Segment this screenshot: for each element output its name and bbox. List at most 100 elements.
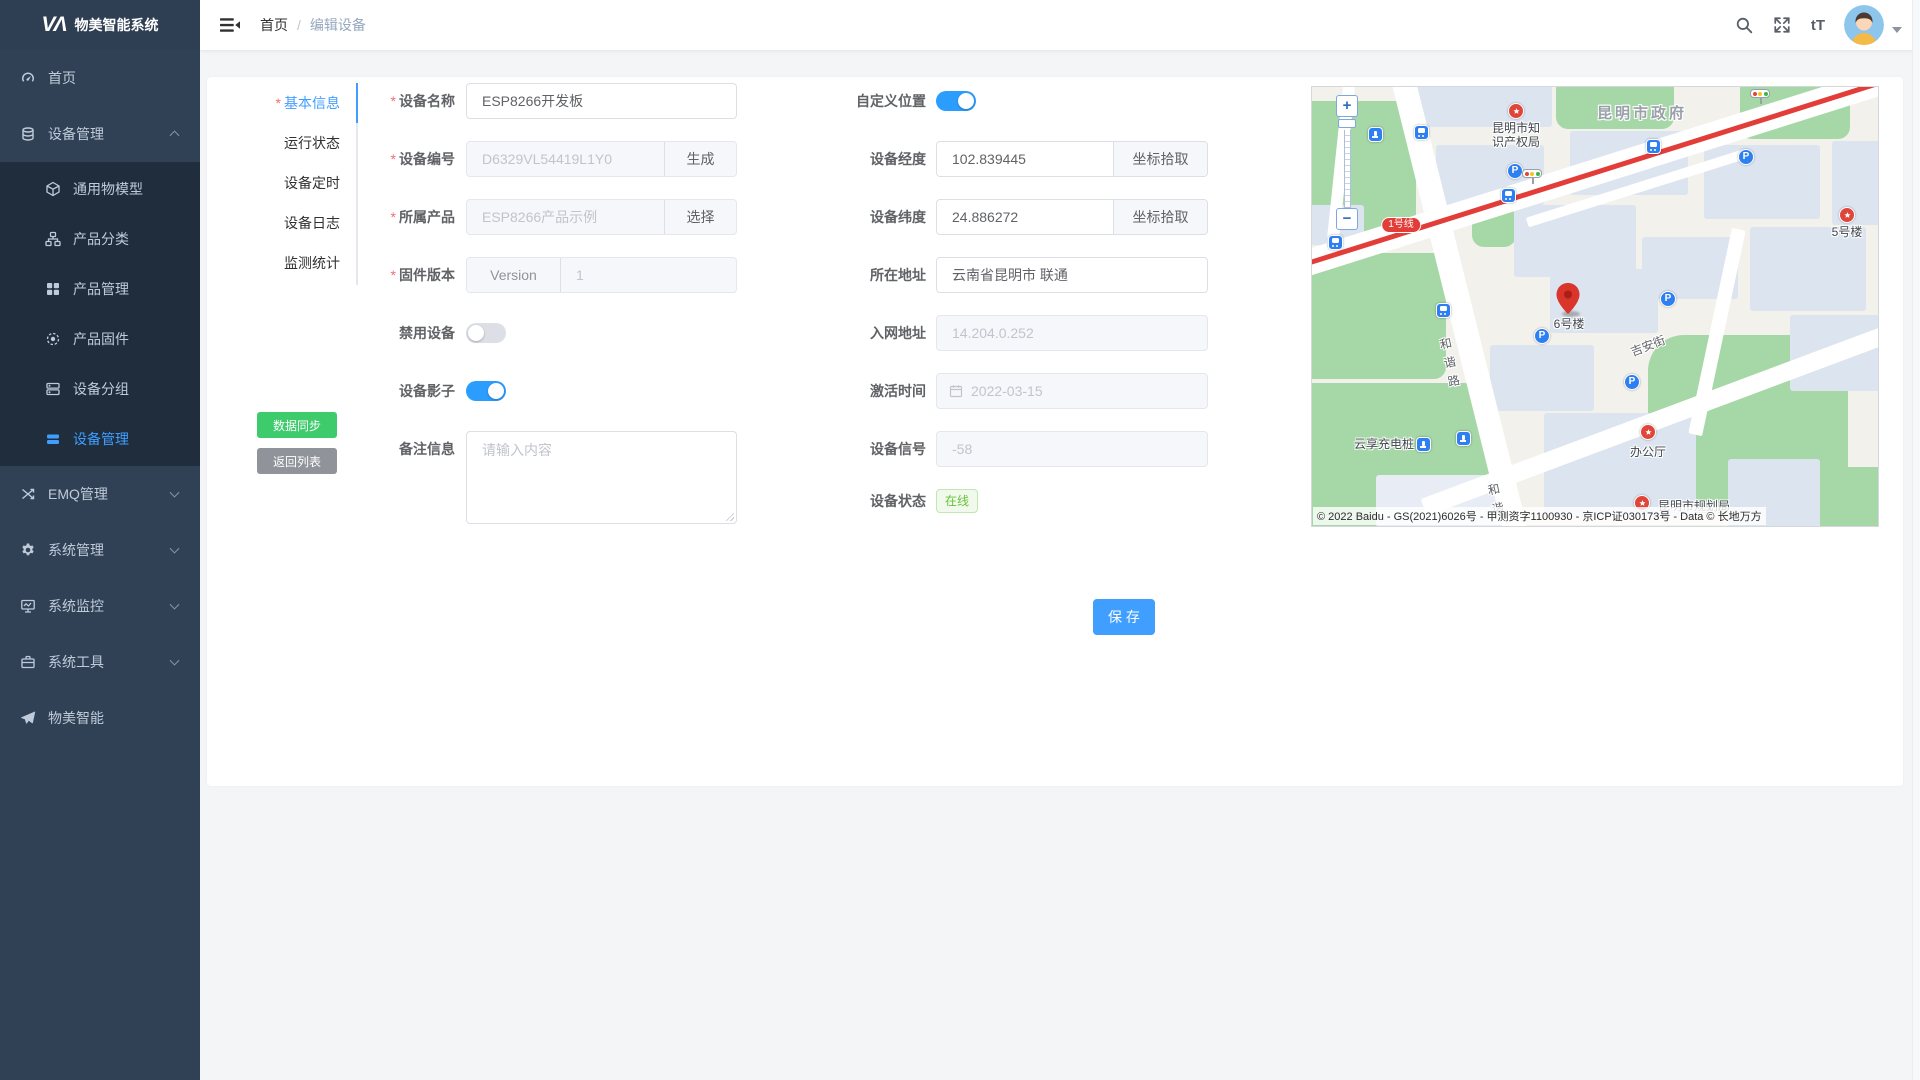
app-logo[interactable]: VΛ 物美智能系统 bbox=[0, 0, 200, 50]
firmware-label: *固件版本 bbox=[325, 257, 455, 293]
sidebar-item-label: 首页 bbox=[48, 68, 76, 88]
longitude-input[interactable] bbox=[937, 142, 1113, 176]
charging-station-icon[interactable] bbox=[1368, 127, 1383, 142]
tabs-active-indicator bbox=[356, 83, 358, 123]
devices-icon bbox=[20, 126, 36, 142]
avatar[interactable] bbox=[1844, 5, 1884, 45]
calendar-icon bbox=[949, 374, 963, 408]
map-label-ipo: 昆明市知识产权局 bbox=[1492, 121, 1540, 149]
device-no-field: 生成 bbox=[466, 141, 737, 177]
device-shadow-toggle[interactable] bbox=[466, 381, 506, 401]
device-name-input[interactable] bbox=[467, 84, 736, 118]
device-name-label: *设备名称 bbox=[325, 83, 455, 119]
bus-station-icon[interactable] bbox=[1328, 235, 1343, 250]
poi-marker-office[interactable] bbox=[1640, 424, 1656, 440]
ip-input bbox=[937, 316, 1207, 350]
shuffle-arrows-icon bbox=[20, 486, 36, 502]
sidebar-item-system-management[interactable]: 系统管理 bbox=[0, 522, 200, 578]
sidebar-item-device-management[interactable]: 设备管理 bbox=[0, 106, 200, 162]
map-zoom-control: + − bbox=[1336, 95, 1358, 230]
map-copyright: © 2022 Baidu - GS(2021)6026号 - 甲测资字11009… bbox=[1313, 507, 1766, 525]
parking-letter: P bbox=[1539, 330, 1546, 341]
breadcrumb-separator: / bbox=[297, 17, 301, 33]
zoom-out-button[interactable]: − bbox=[1336, 208, 1358, 230]
charging-station-icon[interactable] bbox=[1456, 431, 1471, 446]
remark-textarea[interactable] bbox=[467, 432, 736, 523]
device-location-pin[interactable] bbox=[1556, 283, 1580, 318]
poi-marker-building5[interactable] bbox=[1839, 207, 1855, 223]
sidebar-collapse-icon[interactable] bbox=[220, 15, 240, 35]
metro-station-icon[interactable] bbox=[1646, 139, 1661, 154]
traffic-light-icon bbox=[1750, 89, 1770, 98]
firmware-field: Version bbox=[466, 257, 737, 293]
sidebar-item-label: 设备分组 bbox=[73, 379, 129, 399]
sidebar-item-device-group[interactable]: 设备分组 bbox=[0, 364, 200, 414]
sidebar-item-label: EMQ管理 bbox=[48, 484, 108, 504]
sidebar-item-system-monitor[interactable]: 系统监控 bbox=[0, 578, 200, 634]
firmware-icon bbox=[45, 331, 61, 347]
baidu-map[interactable]: 1号线 P P P P P 昆明市政府 昆明市知识产权局 5号楼 6号楼 吉安街… bbox=[1311, 86, 1879, 527]
required-mark: * bbox=[391, 93, 396, 109]
sidebar-item-device-list-active[interactable]: 设备管理 bbox=[0, 414, 200, 464]
sidebar-item-label: 物美智能 bbox=[48, 708, 104, 728]
font-size-icon[interactable]: tT bbox=[1806, 13, 1830, 37]
save-button[interactable]: 保 存 bbox=[1093, 599, 1155, 635]
address-input[interactable] bbox=[937, 258, 1207, 292]
metro-station-icon[interactable] bbox=[1501, 188, 1516, 203]
ip-field bbox=[936, 315, 1208, 351]
search-icon[interactable] bbox=[1732, 13, 1756, 37]
device-status-label: 设备状态 bbox=[796, 483, 926, 519]
zoom-in-button[interactable]: + bbox=[1336, 95, 1358, 117]
map-building bbox=[1490, 345, 1594, 411]
active-time-field bbox=[936, 373, 1208, 409]
sidebar-item-home[interactable]: 首页 bbox=[0, 50, 200, 106]
tab-label: 设备定时 bbox=[284, 175, 340, 191]
chevron-down-icon bbox=[170, 488, 180, 498]
sitemap-icon bbox=[45, 231, 61, 247]
disable-device-toggle[interactable] bbox=[466, 323, 506, 343]
map-label-office: 办公厅 bbox=[1630, 445, 1666, 459]
sidebar-item-product-management[interactable]: 产品管理 bbox=[0, 264, 200, 314]
sidebar-item-thing-model[interactable]: 通用物模型 bbox=[0, 164, 200, 214]
list-bars-icon bbox=[45, 431, 61, 447]
custom-location-toggle[interactable] bbox=[936, 91, 976, 111]
sidebar-item-system-tools[interactable]: 系统工具 bbox=[0, 634, 200, 690]
grid-icon bbox=[45, 281, 61, 297]
sidebar-item-product-firmware[interactable]: 产品固件 bbox=[0, 314, 200, 364]
traffic-light-icon bbox=[1522, 169, 1542, 178]
sidebar-item-label: 产品管理 bbox=[73, 279, 129, 299]
parking-icon[interactable]: P bbox=[1507, 163, 1523, 179]
latitude-field: 坐标拾取 bbox=[936, 199, 1208, 235]
latitude-label: 设备纬度 bbox=[796, 199, 926, 235]
zoom-slider-track[interactable] bbox=[1344, 130, 1351, 208]
latitude-input[interactable] bbox=[937, 200, 1113, 234]
poi-marker-ipo[interactable] bbox=[1508, 103, 1524, 119]
bus-station-icon[interactable] bbox=[1414, 125, 1429, 140]
page-scrollbar[interactable] bbox=[1912, 0, 1920, 1080]
product-field: 选择 bbox=[466, 199, 737, 235]
sidebar-item-wumei-smart[interactable]: 物美智能 bbox=[0, 690, 200, 746]
parking-icon[interactable]: P bbox=[1624, 374, 1640, 390]
generate-button[interactable]: 生成 bbox=[664, 142, 736, 176]
pick-latitude-button[interactable]: 坐标拾取 bbox=[1113, 200, 1207, 234]
breadcrumb-home[interactable]: 首页 bbox=[260, 15, 288, 35]
map-label-building5: 5号楼 bbox=[1832, 225, 1863, 239]
zoom-slider-thumb[interactable] bbox=[1338, 119, 1356, 128]
toolbox-icon bbox=[20, 654, 36, 670]
parking-icon[interactable]: P bbox=[1660, 291, 1676, 307]
pick-longitude-button[interactable]: 坐标拾取 bbox=[1113, 142, 1207, 176]
parking-icon[interactable]: P bbox=[1738, 149, 1754, 165]
avatar-caret-down-icon[interactable] bbox=[1892, 27, 1902, 33]
fullscreen-icon[interactable] bbox=[1770, 13, 1794, 37]
sidebar-item-product-category[interactable]: 产品分类 bbox=[0, 214, 200, 264]
parking-icon[interactable]: P bbox=[1534, 328, 1550, 344]
charging-station-icon[interactable] bbox=[1416, 437, 1431, 452]
bus-station-icon[interactable] bbox=[1436, 303, 1451, 318]
select-product-button[interactable]: 选择 bbox=[664, 200, 736, 234]
rssi-label: 设备信号 bbox=[796, 431, 926, 467]
chevron-down-icon bbox=[170, 544, 180, 554]
sidebar-item-emq[interactable]: EMQ管理 bbox=[0, 466, 200, 522]
active-time-input bbox=[963, 374, 1207, 408]
sidebar-item-label: 通用物模型 bbox=[73, 179, 143, 199]
map-label-city-gov: 昆明市政府 bbox=[1597, 107, 1687, 121]
